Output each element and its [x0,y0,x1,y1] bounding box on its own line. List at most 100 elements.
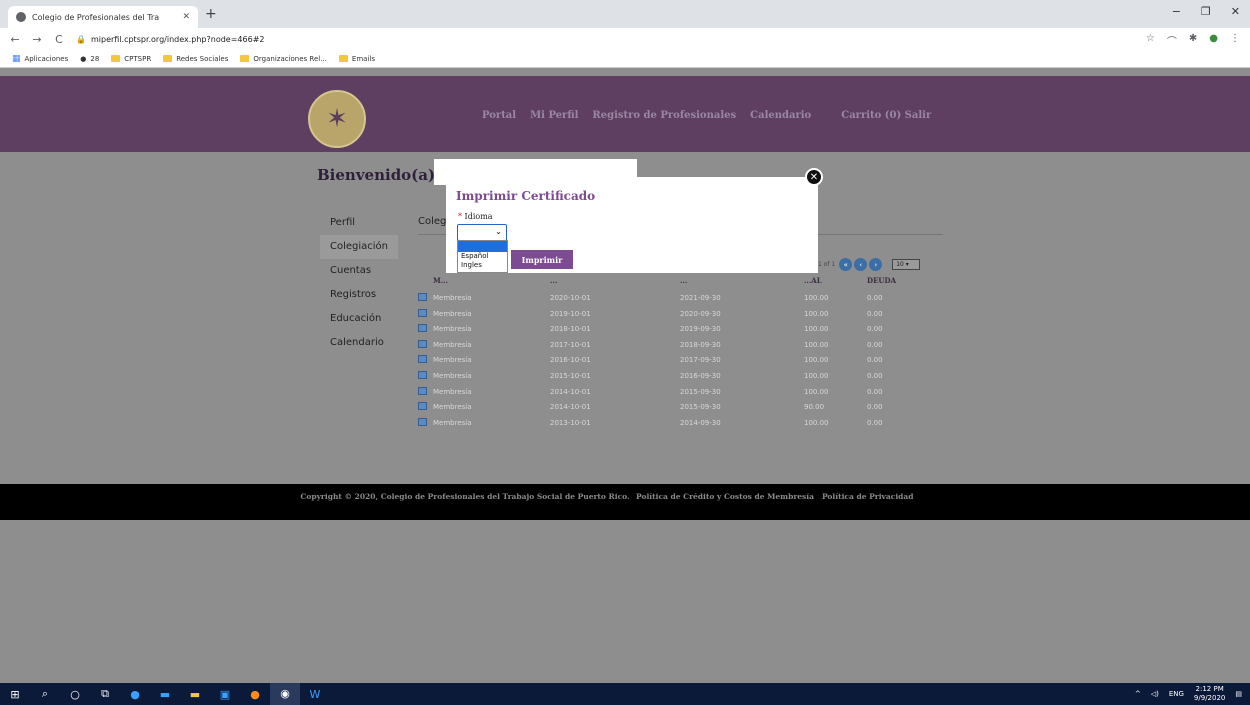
extension-icon[interactable]: ⌒ [1167,33,1177,48]
pager-text: 1 of 1 [818,261,836,268]
first-page-icon[interactable]: « [839,258,853,271]
imprimir-button[interactable]: Imprimir [511,250,573,269]
volume-icon[interactable]: ◁) [1151,690,1159,698]
store-icon[interactable]: ▣ [210,688,240,701]
table-row[interactable]: Membresía 2014-10-01 2015-09-30 100.00 0.00 [418,384,943,400]
nav-registro[interactable]: Registro de Profesionales [592,110,736,121]
certificate-icon[interactable] [418,308,427,317]
sidebar-item-cuentas[interactable]: Cuentas [320,259,398,283]
chrome-icon[interactable]: ◉ [270,683,300,705]
clock[interactable]: 2:12 PM 9/9/2020 [1194,685,1225,703]
certificate-icon[interactable] [418,386,427,395]
table-row[interactable]: Membresía 2016-10-01 2017-09-30 100.00 0.00 [418,352,943,368]
nav-portal[interactable]: Portal [482,110,516,121]
site-logo[interactable]: ✶ [308,90,366,148]
table-row[interactable]: Membresía 2014-10-01 2015-09-30 90.00 0.00 [418,399,943,415]
table-cell: 100.00 [804,371,829,380]
tab-close-icon[interactable]: ✕ [182,12,190,22]
table-cell: 0.00 [867,294,883,302]
extensions-area: ☆ ⌒ ✱ ● ⋮ [1146,33,1240,48]
certificate-icon[interactable] [418,324,427,333]
forward-icon[interactable]: → [30,33,44,46]
address-bar: ← → C 🔒 miperfil.cptspr.org/index.php?no… [0,28,1250,50]
idioma-label: * Idioma [458,212,493,221]
tab-colegiacion[interactable]: Coleg [418,216,446,227]
reload-icon[interactable]: C [52,33,66,46]
certificate-icon[interactable] [418,402,427,411]
cortana-icon[interactable]: ○ [60,688,90,701]
certificate-icon[interactable] [418,339,427,348]
new-tab-button[interactable]: + [205,6,217,22]
idioma-option-ingles[interactable]: Ingles [458,261,507,270]
modal-title: Imprimir Certificado [456,189,596,203]
col-header: ...AL [804,276,822,285]
idioma-option-blank[interactable] [458,241,507,252]
profile-avatar-icon[interactable]: ● [1209,33,1218,48]
table-cell: 2017-10-01 [550,340,591,349]
table-row[interactable]: Membresía 2017-10-01 2018-09-30 100.00 0.00 [418,337,943,353]
page-size-select[interactable]: 10 ▾ [892,259,921,270]
privacy-policy-link[interactable]: Política de Privacidad [822,492,914,501]
table-cell: 2016-09-30 [680,371,721,380]
certificate-icon[interactable] [418,355,427,364]
bookmark-organizaciones[interactable]: Organizaciones Rel... [240,55,327,63]
edge-icon[interactable]: ● [120,688,150,701]
menu-dots-icon[interactable]: ⋮ [1230,33,1240,48]
sidebar-item-registros[interactable]: Registros [320,283,398,307]
language-indicator[interactable]: ENG [1169,690,1184,698]
page: ✶ Portal Mi Perfil Registro de Profesion… [0,68,1250,683]
table-cell: 0.00 [867,309,883,318]
firefox-icon[interactable]: ● [240,688,270,701]
mail-icon[interactable]: ▬ [150,688,180,701]
minimize-button[interactable]: − [1172,5,1181,18]
credit-policy-link[interactable]: Política de Crédito y Costos de Membresí… [636,492,814,501]
bookmark-apps[interactable]: ▦ Aplicaciones [12,54,68,64]
bookmark-28[interactable]: ● 28 [80,55,99,63]
table-cell: 0.00 [867,371,883,380]
bookmark-redes[interactable]: Redes Sociales [163,55,228,63]
certificate-icon[interactable] [418,293,427,301]
sidebar-item-educacion[interactable]: Educación [320,307,398,331]
puzzle-icon[interactable]: ✱ [1189,33,1197,48]
close-window-button[interactable]: ✕ [1231,5,1240,18]
bookmark-emails[interactable]: Emails [338,55,375,63]
certificate-icon[interactable] [418,370,427,379]
table-row[interactable]: Membresía 2018-10-01 2019-09-30 100.00 0.00 [418,321,943,337]
table-cell: 0.00 [867,356,883,365]
modal-close-button[interactable]: ✕ [805,168,823,186]
browser-tab[interactable]: Colegio de Profesionales del Tra ✕ [8,6,198,28]
prev-page-icon[interactable]: ‹ [854,258,868,271]
folder-icon [111,55,121,62]
table-cell: 0.00 [867,403,883,412]
nav-mi-perfil[interactable]: Mi Perfil [530,110,578,121]
file-explorer-icon[interactable]: ▬ [180,688,210,701]
nav-calendario[interactable]: Calendario [750,110,811,121]
table-cell: 2015-10-01 [550,371,591,380]
table-cell: 2015-09-30 [680,387,721,396]
sidebar-item-colegiacion[interactable]: Colegiación [320,235,398,259]
idioma-select[interactable]: ⌄ [457,224,507,241]
back-icon[interactable]: ← [8,33,22,46]
sidebar-item-calendario[interactable]: Calendario [320,331,398,355]
nav-cart-logout[interactable]: Carrito (0) Salir [841,110,931,121]
chevron-up-icon[interactable]: ^ [1135,690,1141,698]
word-icon[interactable]: W [300,688,330,701]
table-row[interactable]: Membresía 2013-10-01 2014-09-30 100.00 0.00 [418,415,943,431]
bookmark-cptspr[interactable]: CPTSPR [111,55,151,63]
url-field[interactable]: 🔒 miperfil.cptspr.org/index.php?node=466… [76,35,264,44]
certificate-icon[interactable] [418,417,427,426]
next-page-icon[interactable]: › [869,258,883,271]
site-footer: Copyright © 2020, Colegio de Profesional… [0,484,1250,520]
task-view-icon[interactable]: ⧉ [90,687,120,701]
windows-start-icon[interactable]: ⊞ [0,688,30,701]
notifications-icon[interactable]: ▤ [1235,690,1242,698]
idioma-option-espanol[interactable]: Español [458,252,507,261]
table-row[interactable]: Membresía 2019-10-01 2020-09-30 100.00 0.00 [418,306,943,322]
search-icon[interactable]: ⌕ [30,687,60,701]
star-icon[interactable]: ☆ [1146,33,1155,48]
table-row[interactable]: Membresía 2020-10-01 2021-09-30 100.00 0.00 [418,290,943,306]
table-row[interactable]: Membresía 2015-10-01 2016-09-30 100.00 0.00 [418,368,943,384]
sidebar-item-perfil[interactable]: Perfil [320,211,398,235]
table-cell: 100.00 [804,387,829,396]
restore-button[interactable]: ❐ [1201,5,1211,18]
